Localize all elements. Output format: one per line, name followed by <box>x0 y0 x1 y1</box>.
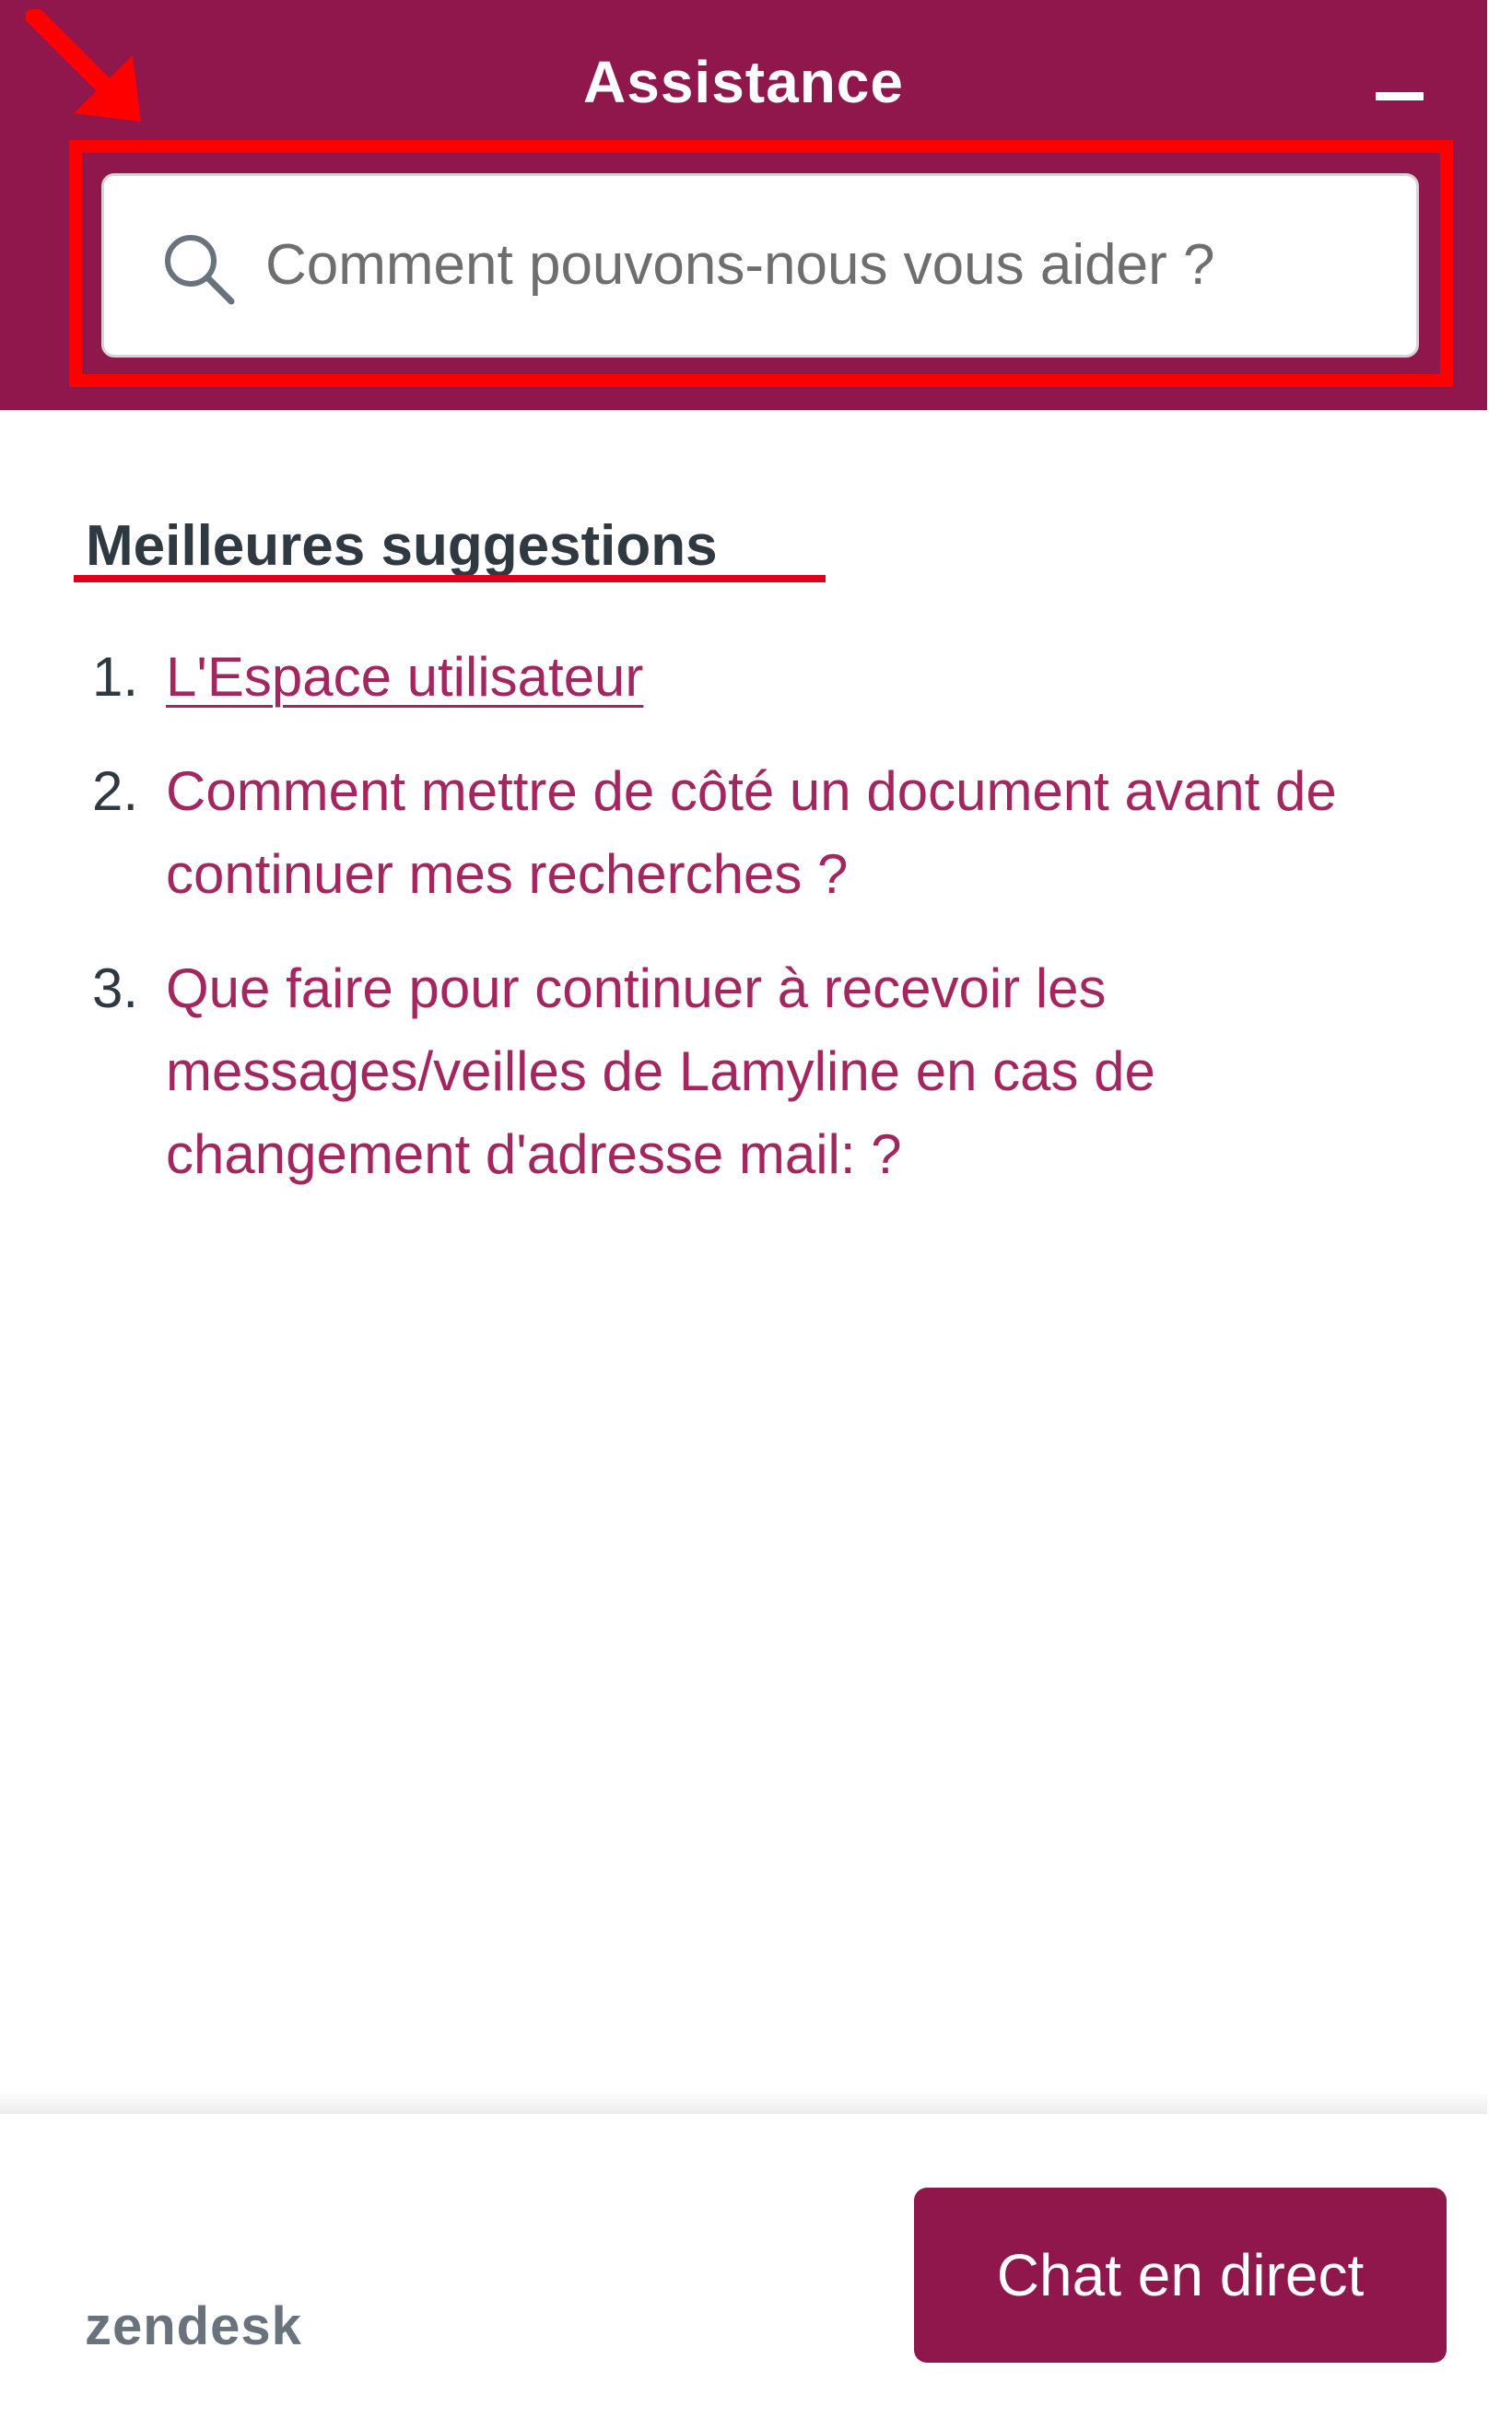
suggestion-link[interactable]: L'Espace utilisateur <box>166 646 643 708</box>
suggestion-item: 2. Comment mettre de côté un document ava… <box>0 750 1487 916</box>
suggestion-item: 1. L'Espace utilisateur <box>0 636 1487 719</box>
suggestion-number: 3. <box>92 957 139 1019</box>
page-margin <box>1487 0 1512 2418</box>
live-chat-button[interactable]: Chat en direct <box>914 2188 1447 2363</box>
minimize-button[interactable] <box>1364 65 1437 120</box>
suggestions-title: Meilleures suggestions <box>86 514 718 578</box>
search-box[interactable] <box>101 173 1419 358</box>
annotation-arrow-icon <box>26 9 141 122</box>
minimize-icon <box>1376 92 1424 100</box>
suggestions-list: 1. L'Espace utilisateur 2. Comment mettre d… <box>0 636 1487 1227</box>
search-input[interactable] <box>265 213 1371 316</box>
zendesk-logo: zendesk <box>85 2296 302 2356</box>
header-title: Assistance <box>583 49 904 115</box>
suggestion-link[interactable]: Que faire pour continuer à recevoir les … <box>166 957 1155 1185</box>
suggestion-item: 3. Que faire pour continuer à recevoir le… <box>0 947 1487 1196</box>
suggestion-number: 2. <box>92 760 139 822</box>
widget-footer: zendesk Chat en direct <box>0 2114 1487 2418</box>
search-icon <box>165 235 235 305</box>
suggestion-link[interactable]: Comment mettre de côté un document avant… <box>166 760 1337 905</box>
widget-header: Assistance <box>0 0 1487 410</box>
help-widget: Assistance Meilleures suggestions 1. L'Es… <box>0 0 1512 2418</box>
suggestion-number: 1. <box>92 646 139 708</box>
footer-divider <box>0 2092 1487 2114</box>
annotation-underline <box>74 575 826 582</box>
